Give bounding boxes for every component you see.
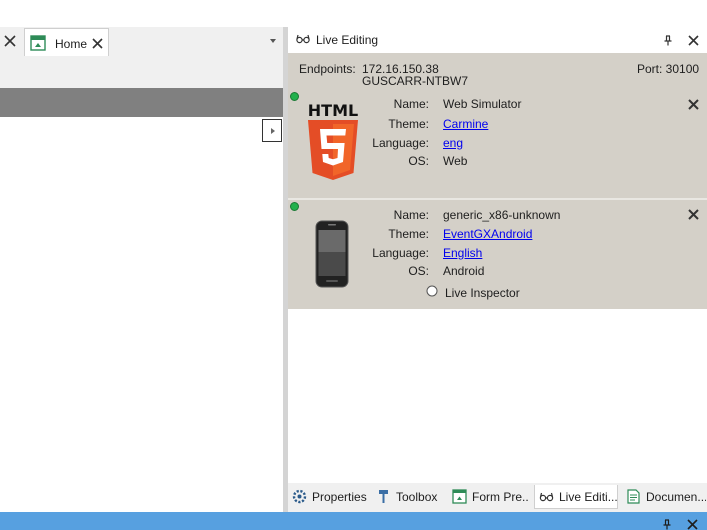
document-icon [627,489,640,504]
endpoints-label: Endpoints: [299,62,356,76]
status-online-indicator [290,202,299,211]
top-toolbar-strip [0,0,707,27]
device-language-link[interactable]: English [443,246,482,260]
endpoint-host: GUSCARR-NTBW7 [362,74,469,88]
endpoint-port: Port: 30100 [637,62,700,76]
toolbox-hammer-icon [379,490,388,503]
document-toolbar-band [0,56,283,88]
tab-form-preview-label: Form Pre... [472,490,528,504]
tab-home-label: Home [55,37,88,51]
tab-toolbox-label: Toolbox [396,490,438,504]
device-name-value: Web Simulator [443,97,522,111]
device-theme-label: Theme: [388,117,429,131]
document-header-band [0,88,283,117]
device-os-value: Web [443,154,468,168]
device-name-value: generic_x86-unknown [443,208,561,222]
device-name-label: Name: [393,208,429,222]
live-inspector-label: Live Inspector [445,286,520,300]
home-page-icon [30,35,46,51]
document-tab-bar: Home [0,27,283,56]
device-os-value: Android [443,264,485,278]
device-language-label: Language: [372,136,429,150]
tab-live-editing-label: Live Editi... [559,490,618,504]
pin-icon[interactable] [664,35,672,46]
status-online-indicator [290,92,299,101]
live-editing-panel-header: Live Editing [288,27,707,53]
form-preview-icon [452,489,467,504]
endpoints-section: Endpoints: 172.16.150.38 GUSCARR-NTBW7 P… [288,53,707,198]
device-card-android: Name: generic_x86-unknown Theme: EventGX… [288,200,707,309]
tab-documentation-label: Documen... [646,490,706,504]
tab-documentation[interactable]: Documen... [622,485,706,509]
expand-panel-handle[interactable] [262,119,282,142]
device-os-label: OS: [408,264,429,278]
device-theme-link[interactable]: Carmine [443,117,488,131]
tab-properties[interactable]: Properties [288,485,368,509]
chevron-down-icon[interactable] [270,39,276,43]
tab-toolbox[interactable]: Toolbox [372,485,444,509]
device-language-label: Language: [372,246,429,260]
tool-window-tab-bar: Properties Toolbox Form Pre... Live Edit… [288,483,707,512]
device-os-label: OS: [408,154,429,168]
device-theme-link[interactable]: EventGXAndroid [443,227,532,241]
chevron-right-icon [271,128,275,134]
device-name-label: Name: [393,97,429,111]
device-language-link[interactable]: eng [443,136,463,150]
panel-title: Live Editing [316,33,379,47]
tab-form-preview[interactable]: Form Pre... [448,485,528,509]
live-inspector-radio[interactable] [426,285,438,297]
close-icon[interactable] [688,35,699,46]
output-panel-header [0,512,707,530]
close-icon[interactable] [4,35,16,47]
properties-gear-icon [292,489,307,504]
tab-live-editing[interactable]: Live Editi... [534,485,618,509]
document-canvas [0,56,283,512]
live-editing-glasses-icon [539,492,554,502]
close-icon[interactable] [92,38,103,49]
close-icon[interactable] [687,519,698,530]
tab-home[interactable]: Home [24,28,109,56]
device-theme-label: Theme: [388,227,429,241]
tab-properties-label: Properties [312,490,367,504]
remove-device-icon[interactable] [688,209,699,220]
remove-device-icon[interactable] [688,99,699,110]
pin-icon[interactable] [663,519,671,530]
android-phone-icon [315,220,349,288]
glasses-icon [296,34,310,44]
